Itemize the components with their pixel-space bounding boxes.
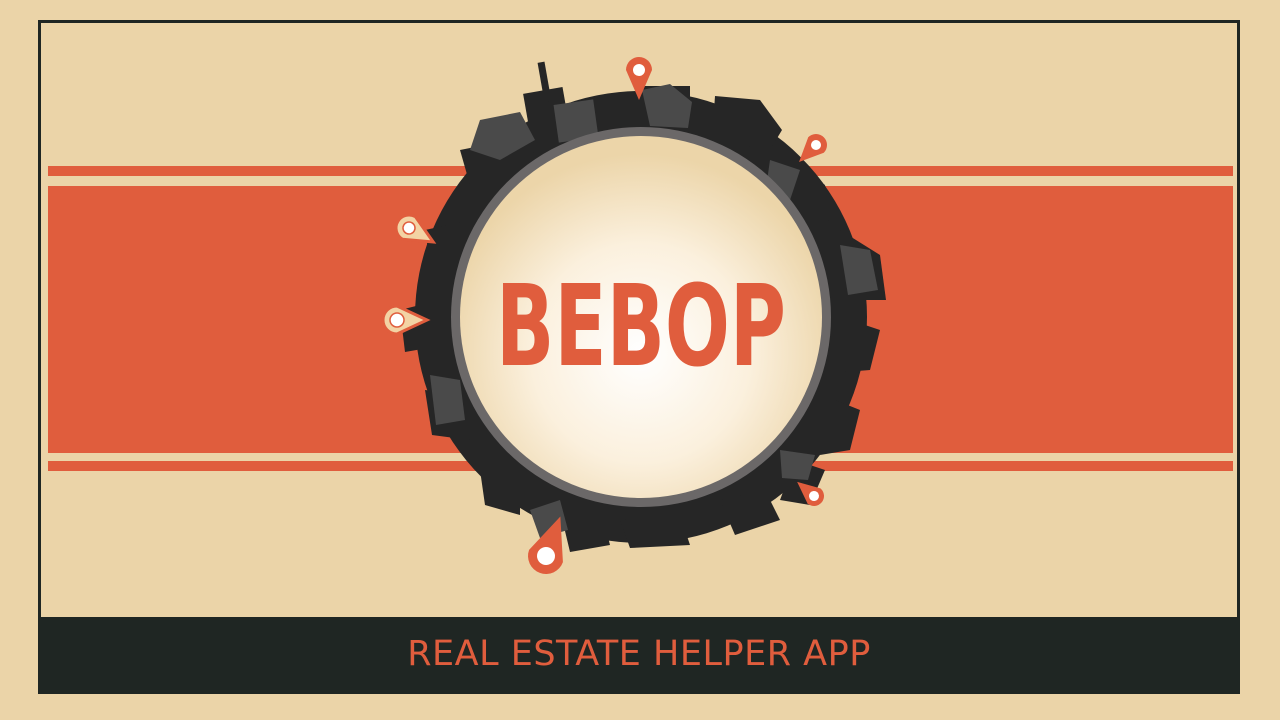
accent-stripe-bottom xyxy=(48,461,1233,471)
accent-band xyxy=(48,186,1233,453)
app-tagline: REAL ESTATE HELPER APP xyxy=(407,634,871,674)
poster-frame: REAL ESTATE HELPER APP xyxy=(38,20,1240,694)
title-screen: REAL ESTATE HELPER APP BEBOP xyxy=(0,0,1280,720)
footer-bar: REAL ESTATE HELPER APP xyxy=(41,617,1237,691)
accent-stripe-top xyxy=(48,166,1233,176)
